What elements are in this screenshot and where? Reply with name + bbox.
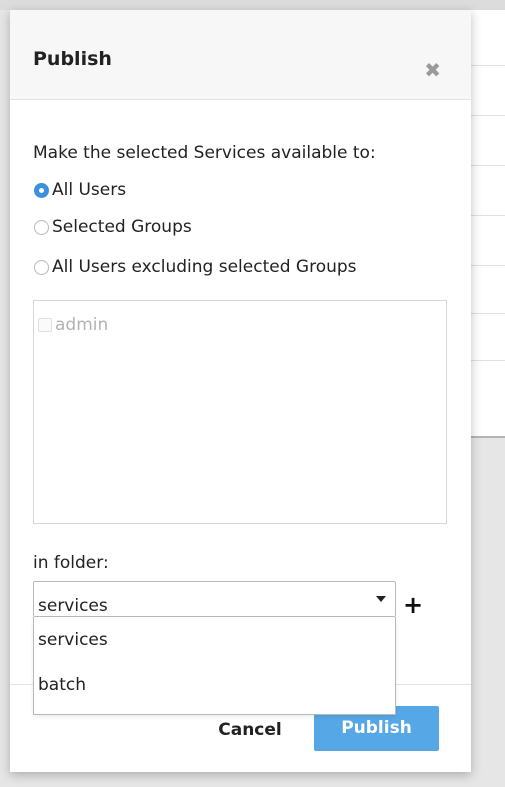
folder-select[interactable]: services <box>33 581 396 617</box>
background-list <box>470 10 505 438</box>
visibility-prompt: Make the selected Services available to: <box>33 143 376 163</box>
radio-label: All Users excluding selected Groups <box>52 257 357 277</box>
background-row-divider <box>470 65 505 66</box>
radio-all-users-excluding-groups[interactable]: All Users excluding selected Groups <box>34 257 357 277</box>
radio-label: Selected Groups <box>52 217 192 237</box>
group-item-admin: admin <box>38 315 108 335</box>
cancel-button[interactable]: Cancel <box>195 710 305 750</box>
folder-label: in folder: <box>33 553 109 573</box>
background-row-divider <box>470 313 505 314</box>
radio-button[interactable] <box>34 182 49 198</box>
background-top-strip <box>0 0 505 10</box>
radio-button[interactable] <box>34 219 49 235</box>
background-row-divider <box>470 165 505 166</box>
caret-down-icon[interactable] <box>376 596 386 602</box>
background-row-divider <box>470 215 505 216</box>
radio-button[interactable] <box>34 259 49 275</box>
plus-icon[interactable]: + <box>403 593 423 617</box>
dialog-title: Publish <box>33 48 112 70</box>
background-row-divider <box>470 265 505 266</box>
background-row-divider <box>470 115 505 116</box>
radio-all-users[interactable]: All Users <box>34 180 126 200</box>
radio-label: All Users <box>52 180 127 200</box>
folder-dropdown-list: services batch <box>33 617 396 715</box>
folder-select-value: services <box>38 596 108 616</box>
group-label: admin <box>55 315 109 335</box>
group-checkbox <box>38 318 52 332</box>
dialog-header: Publish ✖ <box>10 10 471 100</box>
folder-option-batch[interactable]: batch <box>38 675 86 695</box>
folder-option-services[interactable]: services <box>38 630 108 650</box>
groups-list: admin <box>33 300 447 524</box>
radio-selected-groups[interactable]: Selected Groups <box>34 217 192 237</box>
background-row-divider <box>470 360 505 361</box>
close-icon[interactable]: ✖ <box>424 60 441 80</box>
